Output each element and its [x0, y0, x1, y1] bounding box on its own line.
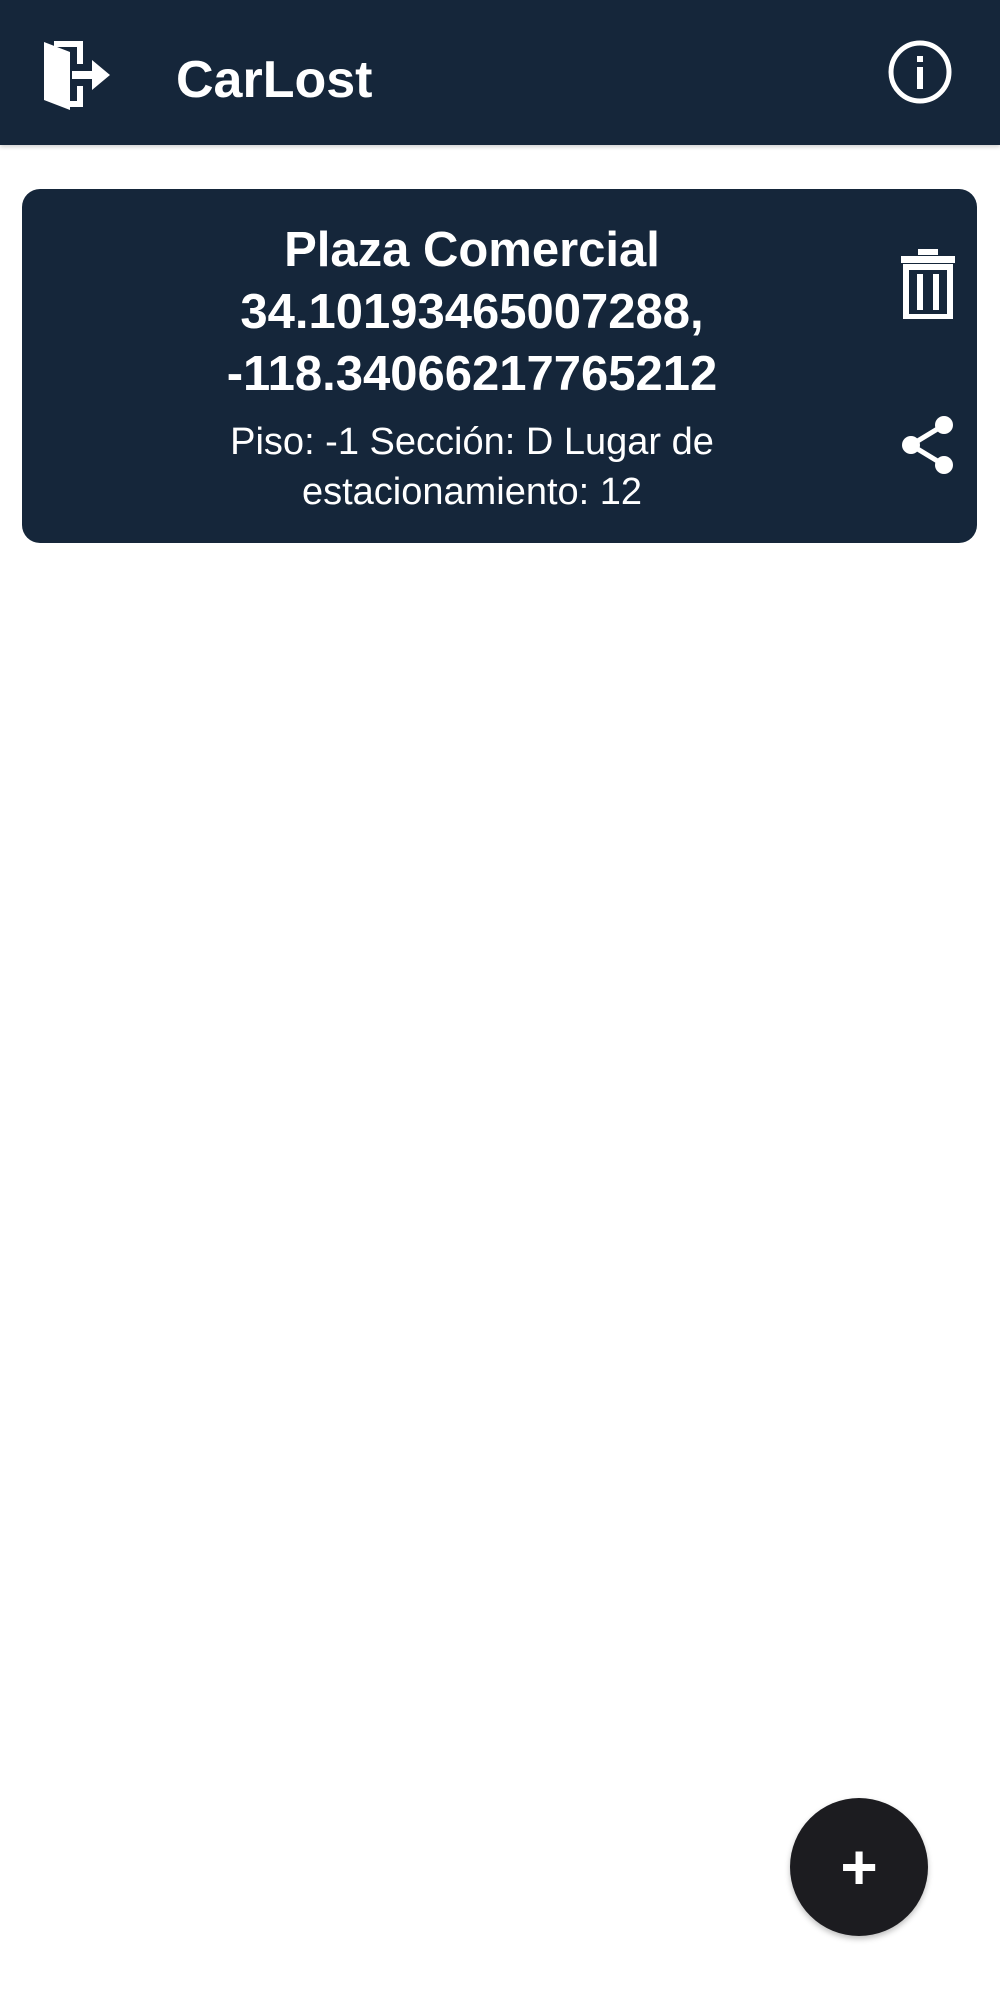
info-circle-icon [888, 40, 952, 104]
app-title: CarLost [176, 51, 373, 109]
parking-entry-card[interactable]: Plaza Comercial 34.10193465007288, -118.… [22, 189, 977, 543]
trash-icon [901, 249, 955, 319]
parking-location-name: Plaza Comercial [284, 223, 660, 277]
parking-entry-text: Plaza Comercial 34.10193465007288, -118.… [92, 219, 852, 517]
share-entry-button[interactable] [890, 407, 966, 483]
delete-entry-button[interactable] [890, 241, 966, 325]
parking-details: Piso: -1 Sección: D Lugar de estacionami… [230, 421, 714, 513]
parking-coordinates: 34.10193465007288, -118.34066217765212 [226, 285, 718, 401]
add-parking-button[interactable]: + [790, 1798, 928, 1936]
share-icon [902, 416, 953, 474]
app-bar: CarLost [0, 0, 1000, 145]
logout-button[interactable] [34, 34, 118, 118]
logout-door-icon [44, 41, 110, 110]
info-button[interactable] [882, 34, 958, 110]
plus-icon: + [840, 1831, 878, 1903]
